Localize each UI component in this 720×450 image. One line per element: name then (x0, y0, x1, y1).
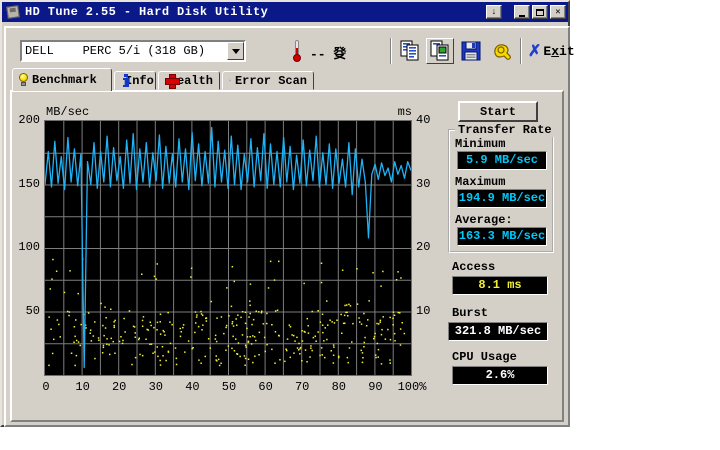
access-label: Access (452, 260, 496, 274)
roll-down-button[interactable]: ↓ (486, 5, 502, 19)
cpu-usage-value: 2.6% (452, 366, 548, 385)
benchmark-chart (44, 120, 412, 376)
left-axis-title: MB/sec (46, 105, 90, 119)
drive-select-value: DELL PERC 5/i (318 GB) (25, 44, 206, 58)
horn-icon (494, 44, 511, 60)
horn-button[interactable] (488, 38, 516, 64)
tab-health[interactable]: Health (158, 71, 220, 90)
health-cross-icon (165, 74, 177, 89)
hdtune-window: HD Tune 2.55 - Hard Disk Utility ↓ ✕ DEL… (0, 0, 575, 427)
axis-tick-label: 100 (18, 240, 40, 254)
titlebar[interactable]: HD Tune 2.55 - Hard Disk Utility ↓ ✕ (2, 2, 568, 22)
axis-tick-label: 40 (416, 113, 431, 127)
transfer-rate-group: Transfer Rate Minimum 5.9 MB/sec Maximum… (448, 123, 555, 253)
maximum-value: 194.9 MB/sec (457, 189, 547, 208)
lightbulb-icon (19, 73, 28, 87)
start-button[interactable]: Start (458, 101, 538, 122)
tab-error-scan[interactable]: Error Scan (222, 71, 314, 90)
right-axis-title: ms (397, 105, 412, 119)
chevron-down-icon (231, 48, 240, 54)
tab-info[interactable]: Info (114, 71, 156, 90)
exit-x-icon: ✗ (528, 43, 542, 60)
minimize-button[interactable] (514, 5, 530, 19)
axis-tick-label: 10 (416, 303, 431, 318)
drive-select[interactable]: DELL PERC 5/i (318 GB) (20, 40, 246, 62)
close-button[interactable]: ✕ (550, 5, 566, 19)
average-label: Average: (455, 213, 513, 227)
exit-label: Exit (543, 43, 575, 59)
save-floppy-icon (461, 41, 481, 61)
app-icon (6, 5, 21, 19)
minimum-value: 5.9 MB/sec (457, 151, 547, 170)
toolbar-separator (390, 38, 392, 64)
toolbar-separator (520, 38, 522, 64)
burst-label: Burst (452, 306, 489, 320)
axis-tick-label: 100% (397, 380, 427, 394)
transfer-rate-group-title: Transfer Rate (455, 123, 555, 137)
drive-select-dropdown-button[interactable] (227, 42, 244, 60)
burst-value: 321.8 MB/sec (448, 322, 548, 341)
cpu-usage-label: CPU Usage (452, 350, 517, 364)
copy-image-icon (430, 40, 449, 61)
copy-image-button[interactable] (426, 38, 454, 64)
tab-benchmark[interactable]: Benchmark (12, 68, 112, 91)
maximum-label: Maximum (455, 175, 506, 189)
magnifier-icon (229, 79, 231, 82)
average-value: 163.3 MB/sec (457, 227, 547, 246)
axis-tick-label: 200 (18, 113, 40, 127)
minimum-label: Minimum (455, 137, 506, 151)
axis-tick-label: 30 (416, 176, 431, 191)
axis-tick-label: 150 (18, 176, 40, 191)
benchmark-panel: MB/sec ms Start Transfer Rate Minimum 5.… (10, 90, 564, 422)
window-title: HD Tune 2.55 - Hard Disk Utility (25, 5, 269, 19)
axis-tick-label: 20 (416, 240, 431, 254)
thermometer-icon (291, 39, 303, 63)
axis-tick-label: 50 (25, 303, 40, 318)
copy-text-icon (400, 40, 419, 61)
exit-button[interactable]: ✗ Exit (528, 38, 575, 64)
temperature-value: -- 癹 (310, 47, 347, 62)
maximize-button[interactable] (532, 5, 548, 19)
save-button[interactable] (457, 38, 485, 64)
copy-text-button[interactable] (396, 38, 424, 64)
access-value: 8.1 ms (452, 276, 548, 295)
